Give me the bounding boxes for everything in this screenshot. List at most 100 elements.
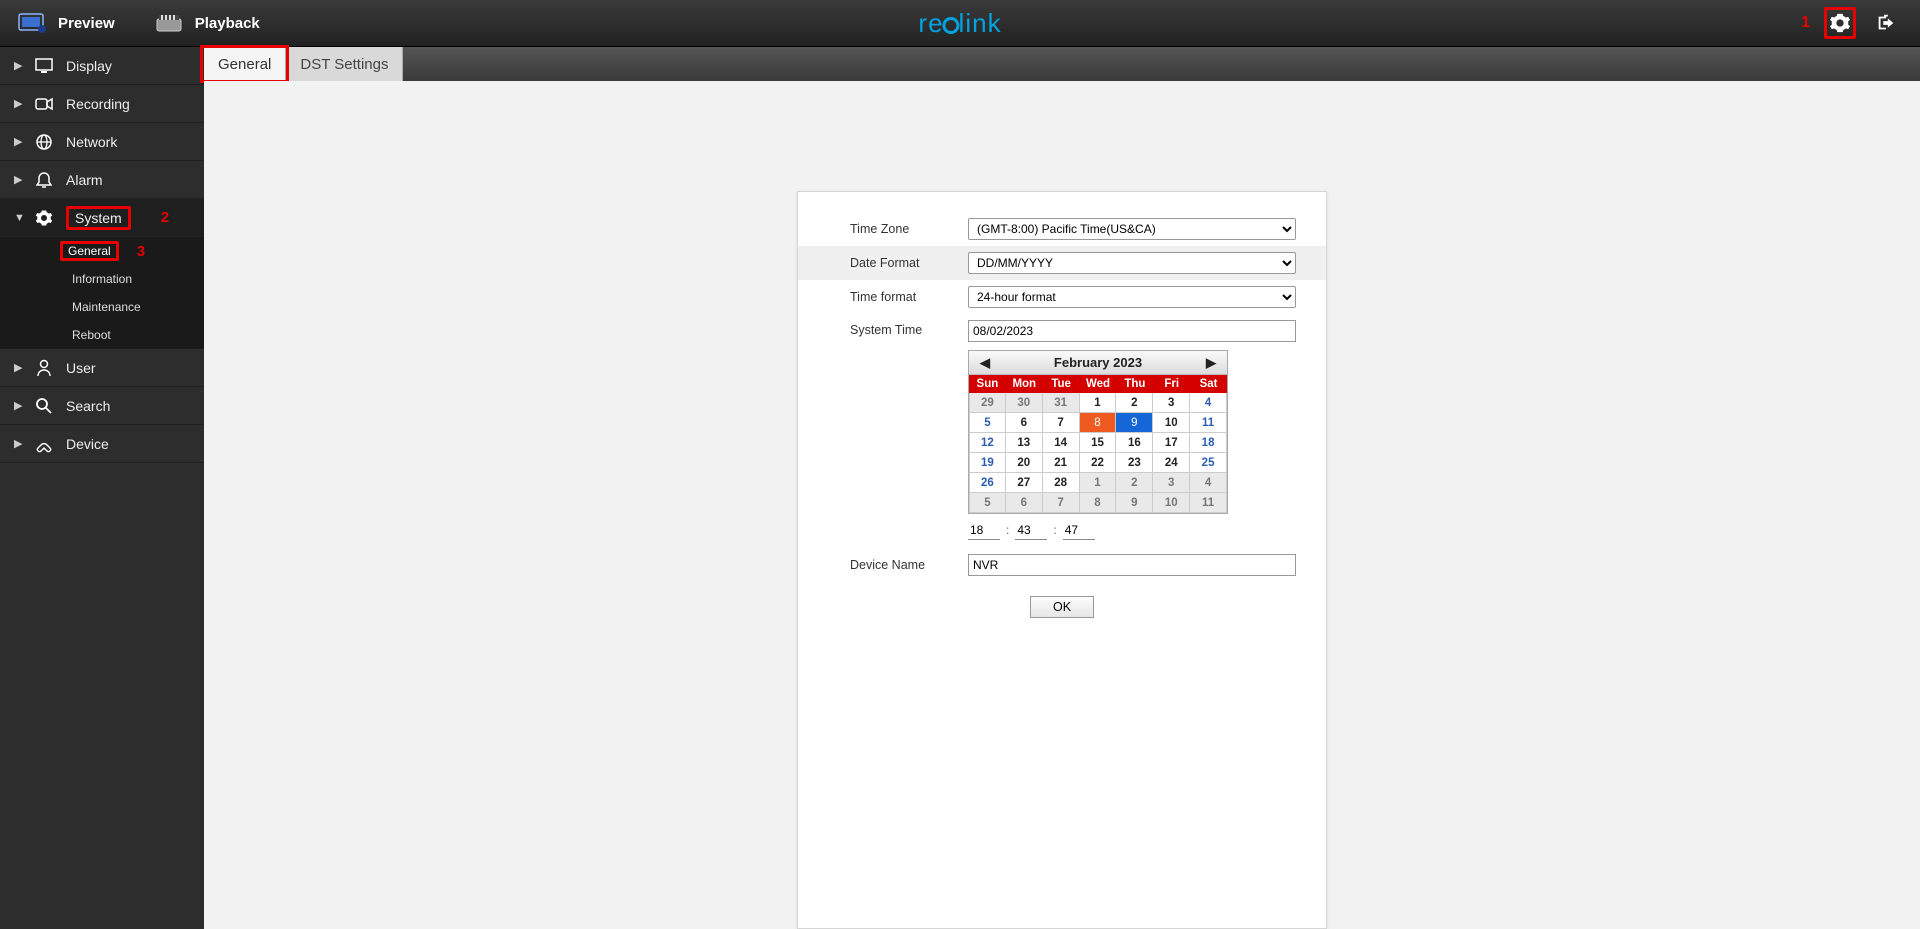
sidebar-sub-general[interactable]: General 3 [0,237,204,265]
sidebar-item-recording[interactable]: ▶ Recording [0,85,204,123]
calendar-day-cell[interactable]: 8 [1080,413,1117,433]
input-hour[interactable] [968,520,1000,540]
calendar-day-cell[interactable]: 10 [1153,493,1190,513]
calendar-dow-cell: Tue [1043,375,1080,393]
calendar-day-cell[interactable]: 5 [969,493,1006,513]
sidebar-item-network[interactable]: ▶ Network [0,123,204,161]
calendar-day-cell[interactable]: 24 [1153,453,1190,473]
topbar-right: 1 [1801,7,1920,39]
calendar-day-cell[interactable]: 4 [1190,393,1227,413]
input-minute[interactable] [1015,520,1047,540]
sidebar-label: Recording [66,96,130,112]
calendar-day-cell[interactable]: 20 [1006,453,1043,473]
calendar-day-cell[interactable]: 11 [1190,413,1227,433]
calendar-day-cell[interactable]: 8 [1080,493,1117,513]
select-dateformat[interactable]: DD/MM/YYYY [968,252,1296,274]
calendar-day-cell[interactable]: 16 [1116,433,1153,453]
calendar-day-cell[interactable]: 25 [1190,453,1227,473]
settings-button[interactable] [1824,7,1856,39]
calendar: ◀ February 2023 ▶ SunMonTueWedThuFriSat … [968,350,1228,514]
calendar-day-cell[interactable]: 3 [1153,473,1190,493]
calendar-day-cell[interactable]: 30 [1006,393,1043,413]
calendar-day-cell[interactable]: 7 [1043,413,1080,433]
calendar-dow-cell: Sat [1190,375,1227,393]
calendar-day-cell[interactable]: 5 [969,413,1006,433]
nav-preview[interactable]: Preview [18,13,115,33]
sidebar-item-user[interactable]: ▶ User [0,349,204,387]
chevron-right-icon: ▶ [14,399,22,412]
input-systemtime[interactable] [968,320,1296,342]
calendar-day-cell[interactable]: 22 [1080,453,1117,473]
calendar-day-cell[interactable]: 11 [1190,493,1227,513]
chevron-right-icon: ▶ [14,437,22,450]
row-dateformat: Date Format DD/MM/YYYY [798,246,1326,280]
calendar-day-cell[interactable]: 4 [1190,473,1227,493]
calendar-day-cell[interactable]: 31 [1043,393,1080,413]
calendar-day-cell[interactable]: 9 [1116,493,1153,513]
colon: : [1006,523,1009,537]
input-devicename[interactable] [968,554,1296,576]
calendar-day-cell[interactable]: 13 [1006,433,1043,453]
calendar-title: February 2023 [1054,355,1142,370]
nav-playback-label: Playback [195,15,260,32]
calendar-day-cell[interactable]: 12 [969,433,1006,453]
sidebar-item-device[interactable]: ▶ Device [0,425,204,463]
calendar-day-cell[interactable]: 1 [1080,473,1117,493]
nav-playback[interactable]: Playback [155,13,260,33]
tab-dst-settings[interactable]: DST Settings [286,47,403,81]
content-area: Time Zone (GMT-8:00) Pacific Time(US&CA)… [204,81,1920,929]
tab-label: General [218,56,271,73]
chevron-right-icon: ▶ [14,59,22,72]
calendar-header: ◀ February 2023 ▶ [969,351,1227,375]
network-icon [34,133,54,151]
sidebar-label: User [66,360,96,376]
calendar-next-button[interactable]: ▶ [1201,355,1221,371]
sidebar-item-alarm[interactable]: ▶ Alarm [0,161,204,199]
sidebar-item-system[interactable]: ▼ System 2 [0,199,204,237]
user-icon [34,359,54,377]
calendar-day-cell[interactable]: 23 [1116,453,1153,473]
calendar-day-cell[interactable]: 17 [1153,433,1190,453]
gear-icon [1829,12,1851,34]
playback-icon [155,13,185,33]
calendar-day-cell[interactable]: 3 [1153,393,1190,413]
calendar-day-cell[interactable]: 14 [1043,433,1080,453]
calendar-day-cell[interactable]: 10 [1153,413,1190,433]
recording-icon [34,97,54,111]
calendar-day-cell[interactable]: 1 [1080,393,1117,413]
tab-general[interactable]: General [204,47,286,81]
calendar-day-cell[interactable]: 26 [969,473,1006,493]
calendar-day-cell[interactable]: 29 [969,393,1006,413]
select-timeformat[interactable]: 24-hour format [968,286,1296,308]
nav-preview-label: Preview [58,15,115,32]
calendar-day-cell[interactable]: 6 [1006,493,1043,513]
sidebar-item-search[interactable]: ▶ Search [0,387,204,425]
calendar-day-cell[interactable]: 2 [1116,393,1153,413]
calendar-day-cell[interactable]: 19 [969,453,1006,473]
calendar-day-cell[interactable]: 27 [1006,473,1043,493]
calendar-day-cell[interactable]: 9 [1116,413,1153,433]
sidebar-sub-maintenance[interactable]: Maintenance [0,293,204,321]
calendar-dow-row: SunMonTueWedThuFriSat [969,375,1227,393]
calendar-day-cell[interactable]: 15 [1080,433,1117,453]
calendar-day-cell[interactable]: 28 [1043,473,1080,493]
calendar-day-cell[interactable]: 7 [1043,493,1080,513]
input-second[interactable] [1063,520,1095,540]
calendar-dow-cell: Fri [1153,375,1190,393]
annotation-1: 1 [1801,14,1810,32]
calendar-body: 2930311234567891011121314151617181920212… [969,393,1227,513]
chevron-right-icon: ▶ [14,361,22,374]
sidebar-item-display[interactable]: ▶ Display [0,47,204,85]
logout-button[interactable] [1870,7,1902,39]
calendar-day-cell[interactable]: 2 [1116,473,1153,493]
sidebar-sub-reboot[interactable]: Reboot [0,321,204,349]
colon: : [1053,523,1056,537]
calendar-dow-cell: Wed [1080,375,1117,393]
calendar-day-cell[interactable]: 6 [1006,413,1043,433]
calendar-prev-button[interactable]: ◀ [975,355,995,371]
sidebar-sub-information[interactable]: Information [0,265,204,293]
select-timezone[interactable]: (GMT-8:00) Pacific Time(US&CA) [968,218,1296,240]
calendar-day-cell[interactable]: 18 [1190,433,1227,453]
ok-button[interactable]: OK [1030,596,1094,618]
calendar-day-cell[interactable]: 21 [1043,453,1080,473]
